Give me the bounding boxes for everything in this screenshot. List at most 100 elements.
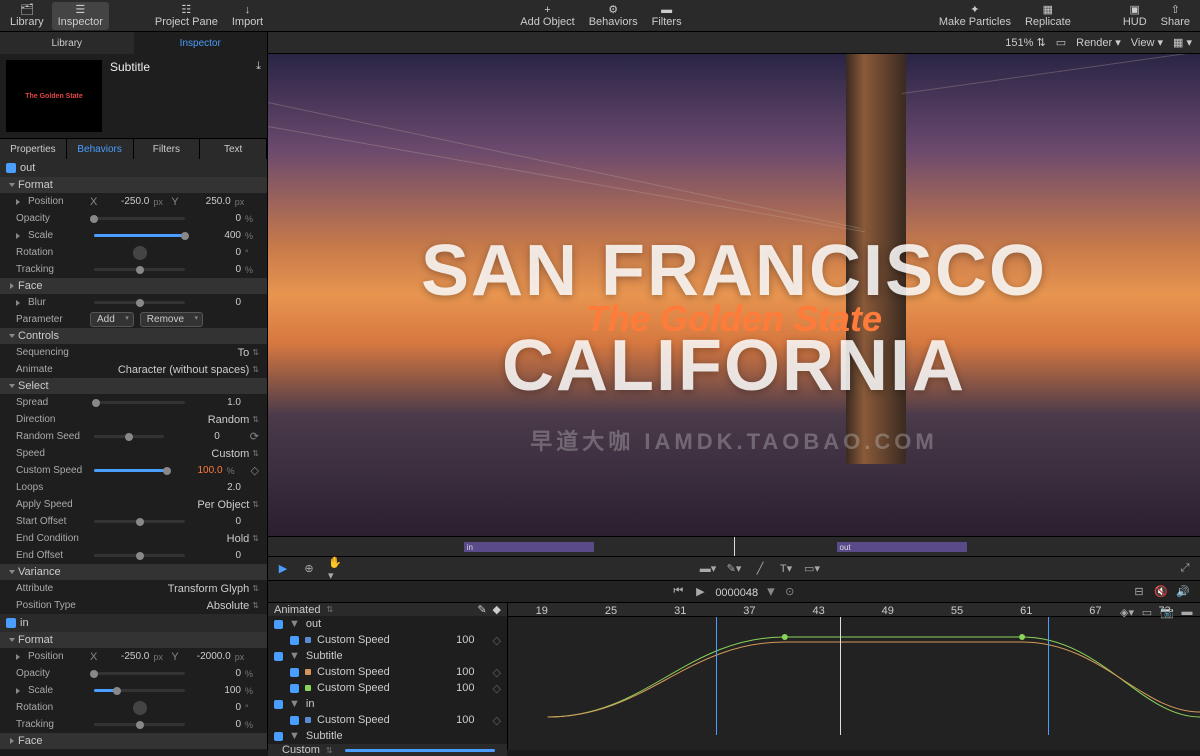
track-checkbox[interactable] [274,620,283,629]
timeline-curves[interactable]: 19253137434955616773 ◈▾ ▭ 📷 [508,603,1200,750]
tab-text[interactable]: Text [200,139,267,159]
param-scale[interactable]: Scale400% [0,227,267,244]
timeline-track[interactable]: ▼in [268,696,507,712]
param-direction[interactable]: DirectionRandom⇅ [0,411,267,428]
toolbar-behaviors[interactable]: ⚙Behaviors [583,2,644,30]
param-opacity[interactable]: Opacity0% [0,210,267,227]
remove-button[interactable]: Remove [140,312,203,327]
toolbar-import[interactable]: ↓Import [226,2,269,30]
timeline-filter[interactable]: Animated [274,604,320,616]
timeline-track[interactable]: ▼Subtitle [268,728,507,744]
lock-icon[interactable]: ⤓ [256,60,261,74]
keyframe-icon[interactable]: ◇ [251,464,259,477]
track-checkbox[interactable] [290,668,299,677]
timeline-track[interactable]: Custom Speed100◇ [268,680,507,696]
param-speed[interactable]: SpeedCustom⇅ [0,445,267,462]
toolbar-filters[interactable]: ▬Filters [646,2,688,30]
param-opacity-in[interactable]: Opacity0% [0,665,267,682]
snapshot-icon[interactable]: 📷 [1160,605,1174,619]
text-tool-icon[interactable]: T▾ [779,562,793,576]
param-position[interactable]: PositionX-250.0pxY250.0px [0,193,267,210]
expand-icon[interactable]: ⤢ [1178,562,1192,576]
param-custom-speed[interactable]: Custom Speed100.0%◇ [0,462,267,479]
timeline-track[interactable]: Custom Speed100◇ [268,712,507,728]
hand-tool-icon[interactable]: ✋▾ [328,562,342,576]
clear-icon[interactable]: ▬ [1180,605,1194,619]
goto-start-icon[interactable]: ⏮ [671,585,685,599]
layout-icon[interactable]: ▦ ▾ [1173,36,1192,49]
mini-timeline[interactable]: in out [268,536,1200,556]
section-variance[interactable]: Variance [0,564,267,580]
marker-out[interactable] [1048,617,1049,735]
zoom-slider[interactable] [345,749,495,752]
behavior-out-header[interactable]: out [0,159,267,177]
record-icon[interactable]: ⊙ [783,585,797,599]
render-menu[interactable]: Render ▾ [1076,36,1121,49]
snap-icon[interactable]: ◈▾ [1120,605,1134,619]
mute-icon[interactable]: 🔇 [1154,585,1168,599]
tab-filters[interactable]: Filters [134,139,201,159]
track-checkbox[interactable] [290,716,299,725]
zoom-level[interactable]: 151% ⇅ [1005,36,1045,49]
arrow-tool-icon[interactable]: ▶ [276,562,290,576]
parameter-list[interactable]: out Format PositionX-250.0pxY250.0px Opa… [0,159,267,750]
toolbar-share[interactable]: ⇧Share [1155,2,1196,30]
section-format[interactable]: Format [0,177,267,193]
param-random-seed[interactable]: Random Seed0⟳ [0,428,267,445]
behavior-in-header[interactable]: in [0,614,267,632]
toolbar-make-particles[interactable]: ✦Make Particles [933,2,1017,30]
param-position-type[interactable]: Position TypeAbsolute⇅ [0,597,267,614]
param-start-offset[interactable]: Start Offset0 [0,513,267,530]
track-checkbox[interactable] [274,732,283,741]
keyframe-add-icon[interactable]: ◆ [493,603,501,616]
param-sequencing[interactable]: SequencingTo⇅ [0,344,267,361]
time-ruler[interactable]: 19253137434955616773 [508,603,1200,617]
volume-icon[interactable]: 🔊 [1176,585,1190,599]
toolbar-library[interactable]: 🗂Library [4,2,50,30]
timeline-track[interactable]: Custom Speed100◇ [268,664,507,680]
param-animate[interactable]: AnimateCharacter (without spaces)⇅ [0,361,267,378]
timeline-track[interactable]: Custom Speed100◇ [268,632,507,648]
add-button[interactable]: Add [90,312,134,327]
param-rotation[interactable]: Rotation0° [0,244,267,261]
timecode[interactable]: 0000048 ▾ [715,582,774,601]
section-controls[interactable]: Controls [0,328,267,344]
rotation-dial[interactable] [133,246,147,260]
param-scale-in[interactable]: Scale100% [0,682,267,699]
transform-tool-icon[interactable]: ⊕ [302,562,316,576]
timeline-track[interactable]: ▼Subtitle [268,648,507,664]
param-blur[interactable]: Blur0 [0,294,267,311]
marker-in[interactable] [716,617,717,735]
param-position-in[interactable]: PositionX-250.0pxY-2000.0px [0,648,267,665]
param-end-offset[interactable]: End Offset0 [0,547,267,564]
library-tab[interactable]: Library [0,32,134,54]
timeline-playhead[interactable] [840,617,841,735]
checkbox-icon[interactable] [6,618,16,628]
param-attribute[interactable]: AttributeTransform Glyph⇅ [0,580,267,597]
inspector-tab[interactable]: Inspector [134,32,268,54]
param-parameter[interactable]: ParameterAddRemove [0,311,267,328]
canvas-viewport[interactable]: SAN FRANCISCO The Golden State CALIFORNI… [268,54,1200,536]
playhead[interactable] [734,537,735,556]
track-checkbox[interactable] [290,636,299,645]
section-face-in[interactable]: Face [0,733,267,749]
regenerate-icon[interactable]: ⟳ [250,430,259,443]
timeline-track[interactable]: ▼out [268,616,507,632]
section-face[interactable]: Face [0,278,267,294]
edit-icon[interactable]: ✎ [477,603,486,616]
toolbar-project-pane[interactable]: ☷Project Pane [149,2,224,30]
toolbar-hud[interactable]: ▣HUD [1117,2,1153,30]
rotation-dial[interactable] [133,701,147,715]
checkbox-icon[interactable] [6,163,16,173]
timeline-track-list[interactable]: Animated ⇅ ✎ ◆ ▼outCustom Speed100◇▼Subt… [268,603,508,750]
rect-tool-icon[interactable]: ▬▾ [701,562,715,576]
fit-icon[interactable]: ▭ [1056,36,1066,49]
param-end-condition[interactable]: End ConditionHold⇅ [0,530,267,547]
mask-tool-icon[interactable]: ▭▾ [805,562,819,576]
line-tool-icon[interactable]: ╱ [753,562,767,576]
loop-icon[interactable]: ⊟ [1132,585,1146,599]
pen-tool-icon[interactable]: ✎▾ [727,562,741,576]
param-apply-speed[interactable]: Apply SpeedPer Object⇅ [0,496,267,513]
param-tracking-in[interactable]: Tracking0% [0,716,267,733]
toolbar-add-object[interactable]: +Add Object [514,2,580,30]
